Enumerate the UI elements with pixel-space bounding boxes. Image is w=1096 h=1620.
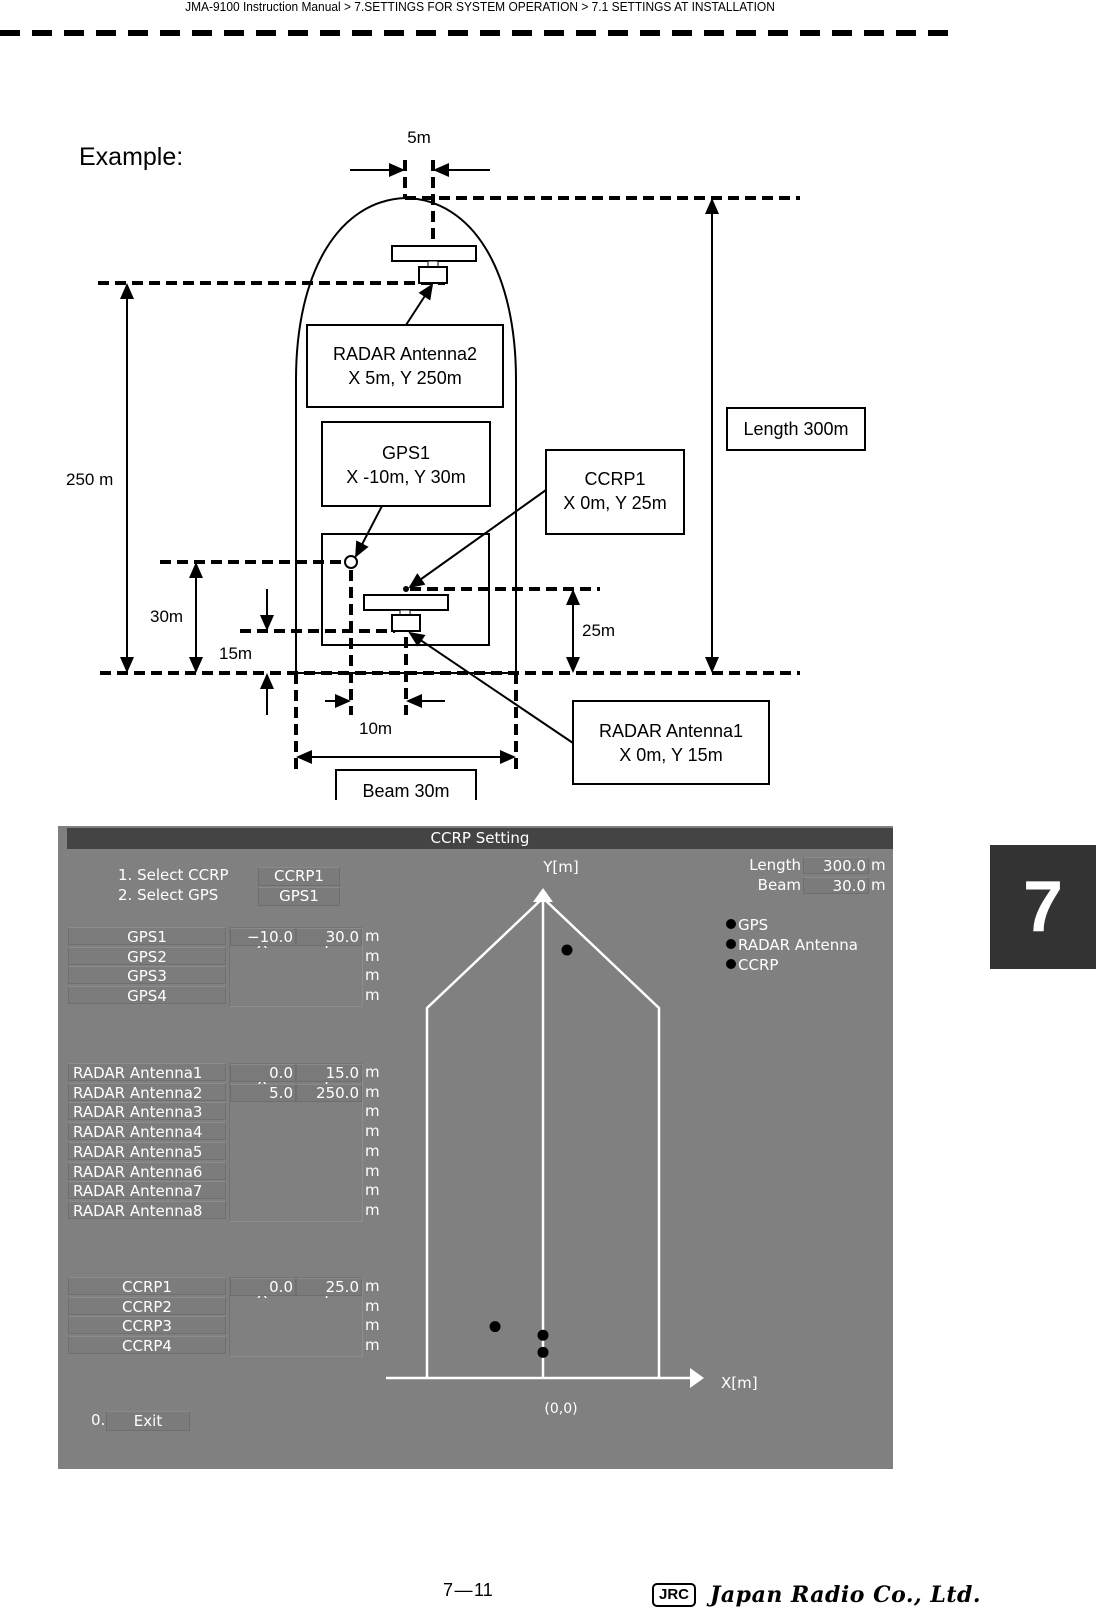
- breadcrumb: JMA-9100 Instruction Manual > 7.SETTINGS…: [185, 0, 775, 14]
- chapter-tab[interactable]: 7: [990, 845, 1096, 969]
- dim-15m-label: 15m: [219, 644, 252, 663]
- radar-antenna1-symbol: [363, 594, 449, 611]
- dim-10m-label: 10m: [359, 719, 392, 738]
- jrc-logo-mark: JRC: [652, 1583, 697, 1607]
- plot-point-gps: [489, 1321, 501, 1333]
- radar1-callout: [572, 700, 770, 785]
- header-divider: [0, 30, 955, 36]
- radar-antenna2-symbol: [391, 245, 477, 262]
- svg-text:Beam 30m: Beam 30m: [362, 781, 449, 800]
- x-axis-label: X[m]: [721, 1374, 758, 1392]
- company-name: Japan Radio Co., Ltd.: [710, 1582, 982, 1608]
- example-diagram: Example: RADAR Antenna2 X 5m, Y 250m GPS…: [66, 128, 866, 800]
- dim-25m-label: 25m: [582, 621, 615, 640]
- gps1-symbol: [344, 555, 358, 569]
- ccrp1-callout: [545, 449, 685, 535]
- svg-text:RADAR Antenna1: RADAR Antenna1: [599, 721, 743, 741]
- svg-text:GPS1: GPS1: [382, 443, 430, 463]
- plot-point-radar-antenna: [561, 944, 573, 956]
- y-axis-arrow-icon: [533, 888, 553, 902]
- y-axis-label: Y[m]: [542, 858, 578, 876]
- svg-text:Length 300m: Length 300m: [743, 419, 848, 439]
- radar2-callout: [306, 324, 504, 408]
- plot-point-ccrp: [537, 1329, 549, 1341]
- dim-30m-label: 30m: [150, 607, 183, 626]
- dim-5m-label: 5m: [407, 128, 431, 147]
- x-axis-arrow-icon: [690, 1368, 704, 1388]
- origin-label: (0,0): [544, 1401, 577, 1417]
- svg-text:X -10m, Y 30m: X -10m, Y 30m: [346, 467, 465, 487]
- svg-text:CCRP1: CCRP1: [584, 469, 645, 489]
- svg-text:RADAR Antenna2: RADAR Antenna2: [333, 344, 477, 364]
- svg-text:X 0m, Y 25m: X 0m, Y 25m: [563, 493, 666, 513]
- vessel-position-plot: Y[m] X[m] (0,0): [386, 858, 758, 1417]
- plot-point-radar-antenna: [537, 1346, 549, 1358]
- ccrp1-symbol: [403, 586, 409, 592]
- svg-text:X 5m, Y 250m: X 5m, Y 250m: [348, 368, 461, 388]
- svg-text:X 0m, Y 15m: X 0m, Y 15m: [619, 745, 722, 765]
- gps1-callout: [321, 421, 491, 507]
- dim-250m-label: 250 m: [66, 470, 113, 489]
- example-title: Example:: [79, 143, 183, 171]
- company-logo: JRC Japan Radio Co., Ltd.: [652, 1582, 981, 1608]
- ccrp-setting-screen: CCRP Setting 1. Select CCRP CCRP1 2. Sel…: [58, 826, 893, 1469]
- page-number: 7 — 11: [443, 1580, 493, 1600]
